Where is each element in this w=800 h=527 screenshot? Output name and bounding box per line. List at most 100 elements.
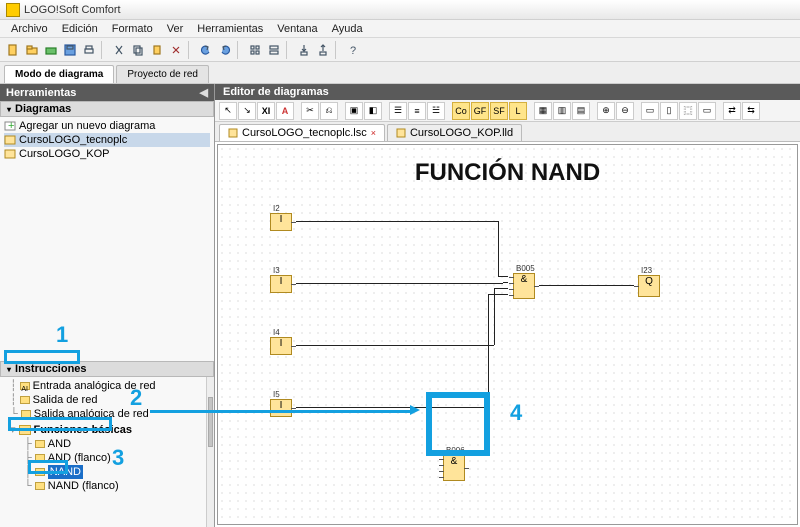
editor-header: Editor de diagramas	[215, 84, 800, 100]
funciones-basicas-label: Funciones básicas	[34, 423, 132, 437]
tool-text[interactable]: XI	[257, 102, 275, 120]
instrucciones-tree: ┆ AI Entrada analógica de red ┆ Salida d…	[0, 377, 214, 527]
zoom-in[interactable]: ⊕	[597, 102, 615, 120]
diagram-item-2-label: CursoLOGO_KOP	[19, 148, 109, 160]
instrucciones-header[interactable]: ▾ Instrucciones	[0, 361, 214, 377]
svg-text:+: +	[8, 121, 14, 131]
block-b006[interactable]: B006 &	[443, 455, 465, 481]
diagram-canvas[interactable]: FUNCIÓN NAND I2 I I3 I I4 I I5	[217, 144, 798, 525]
convert-2[interactable]: ⇆	[742, 102, 760, 120]
annotation-arrow	[150, 410, 410, 413]
editor-toolbar: ↖ ↘ XI A ✂ ⎌ ▣ ◧ ☰ ≡ ☱ Co GF SF L ▦ ▥ ▤ …	[215, 100, 800, 122]
undo-button[interactable]	[197, 41, 215, 59]
tool-sim[interactable]: ▣	[345, 102, 363, 120]
close-button[interactable]	[42, 41, 60, 59]
paste-button[interactable]	[148, 41, 166, 59]
delete-button[interactable]	[167, 41, 185, 59]
tab-proyecto-de-red[interactable]: Proyecto de red	[116, 65, 209, 83]
diagram-item-2[interactable]: CursoLOGO_KOP	[4, 147, 210, 161]
block-b005[interactable]: B005 &	[513, 273, 535, 299]
tool-cut[interactable]: ✂	[301, 102, 319, 120]
help-button[interactable]: ?	[344, 41, 362, 59]
block-sf[interactable]: SF	[490, 102, 508, 120]
diagrams-tree: + Agregar un nuevo diagrama CursoLOGO_te…	[0, 117, 214, 207]
fn-and-flanco[interactable]: ├ AND (flanco)	[10, 451, 212, 465]
fn-and[interactable]: ├ AND	[10, 437, 212, 451]
menu-herramientas[interactable]: Herramientas	[190, 22, 270, 36]
diagram-item-1-label: CursoLOGO_tecnoplc	[19, 134, 127, 146]
grid-1[interactable]: ▦	[534, 102, 552, 120]
filetab-1-close[interactable]: ×	[371, 128, 376, 138]
page-3[interactable]: ⿴	[679, 102, 697, 120]
left-pane: Herramientas ◀ ▾ Diagramas + Agregar un …	[0, 84, 215, 527]
grid-3[interactable]: ▤	[572, 102, 590, 120]
filetab-2[interactable]: CursoLOGO_KOP.lld	[387, 124, 522, 141]
block-i5[interactable]: I5 I	[270, 399, 292, 417]
open-button[interactable]	[23, 41, 41, 59]
upload-button[interactable]	[314, 41, 332, 59]
page-4[interactable]: ▭	[698, 102, 716, 120]
tools-panel-title: Herramientas	[6, 87, 76, 99]
tab-modo-diagrama[interactable]: Modo de diagrama	[4, 65, 114, 83]
diagrams-title: Diagramas	[15, 103, 71, 115]
folder-icon	[19, 425, 31, 435]
block-l[interactable]: L	[509, 102, 527, 120]
menu-ayuda[interactable]: Ayuda	[325, 22, 370, 36]
diagrams-header[interactable]: ▾ Diagramas	[0, 101, 214, 117]
instr-entrada-analogica[interactable]: ┆ AI Entrada analógica de red	[10, 379, 212, 393]
tool-a3[interactable]: ☱	[427, 102, 445, 120]
funciones-basicas-folder[interactable]: ▾ Funciones básicas	[10, 423, 212, 437]
grid-2[interactable]: ▥	[553, 102, 571, 120]
fn-nand-flanco[interactable]: └ NAND (flanco)	[10, 479, 212, 493]
redo-button[interactable]	[216, 41, 234, 59]
tool-connect[interactable]: ↘	[238, 102, 256, 120]
tool-text-a[interactable]: A	[276, 102, 294, 120]
tool-a2[interactable]: ≡	[408, 102, 426, 120]
tool-a1[interactable]: ☰	[389, 102, 407, 120]
block-i2[interactable]: I2 I	[270, 213, 292, 231]
print-button[interactable]	[80, 41, 98, 59]
block-gf[interactable]: GF	[471, 102, 489, 120]
menu-archivo[interactable]: Archivo	[4, 22, 55, 36]
menu-bar: Archivo Edición Formato Ver Herramientas…	[0, 20, 800, 38]
cut-button[interactable]	[110, 41, 128, 59]
page-2[interactable]: ▯	[660, 102, 678, 120]
twisty-icon: ▾	[7, 105, 11, 114]
filetab-2-label: CursoLOGO_KOP.lld	[410, 127, 513, 139]
annotation-number-2: 2	[130, 385, 142, 411]
download-button[interactable]	[295, 41, 313, 59]
collapse-left-icon[interactable]: ◀	[200, 86, 208, 99]
convert-1[interactable]: ⇄	[723, 102, 741, 120]
annotation-number-1: 1	[56, 322, 68, 348]
instr-salida-red[interactable]: ┆ Salida de red	[10, 393, 212, 407]
filetab-1[interactable]: CursoLOGO_tecnoplc.lsc ×	[219, 124, 385, 141]
tool-break[interactable]: ⎌	[320, 102, 338, 120]
instr-scrollbar[interactable]	[206, 377, 214, 527]
block-co[interactable]: Co	[452, 102, 470, 120]
app-icon	[6, 3, 20, 17]
add-diagram-row[interactable]: + Agregar un nuevo diagrama	[4, 119, 210, 133]
align1-button[interactable]	[246, 41, 264, 59]
menu-ver[interactable]: Ver	[160, 22, 191, 36]
menu-formato[interactable]: Formato	[105, 22, 160, 36]
editor-title: Editor de diagramas	[223, 86, 329, 98]
copy-button[interactable]	[129, 41, 147, 59]
fn-nand[interactable]: ├ NAND	[10, 465, 212, 479]
align2-button[interactable]	[265, 41, 283, 59]
block-i3[interactable]: I3 I	[270, 275, 292, 293]
tool-online[interactable]: ◧	[364, 102, 382, 120]
block-i4[interactable]: I4 I	[270, 337, 292, 355]
tools-panel-header[interactable]: Herramientas ◀	[0, 84, 214, 101]
menu-ventana[interactable]: Ventana	[270, 22, 324, 36]
new-button[interactable]	[4, 41, 22, 59]
tool-pointer[interactable]: ↖	[219, 102, 237, 120]
menu-edicion[interactable]: Edición	[55, 22, 105, 36]
zoom-out[interactable]: ⊖	[616, 102, 634, 120]
save-button[interactable]	[61, 41, 79, 59]
diagram-title: FUNCIÓN NAND	[218, 159, 797, 187]
right-pane: Editor de diagramas ↖ ↘ XI A ✂ ⎌ ▣ ◧ ☰ ≡…	[215, 84, 800, 527]
page-1[interactable]: ▭	[641, 102, 659, 120]
diagram-item-1[interactable]: CursoLOGO_tecnoplc	[4, 133, 210, 147]
block-q[interactable]: I23 Q	[638, 275, 660, 297]
main-toolbar: ?	[0, 38, 800, 62]
